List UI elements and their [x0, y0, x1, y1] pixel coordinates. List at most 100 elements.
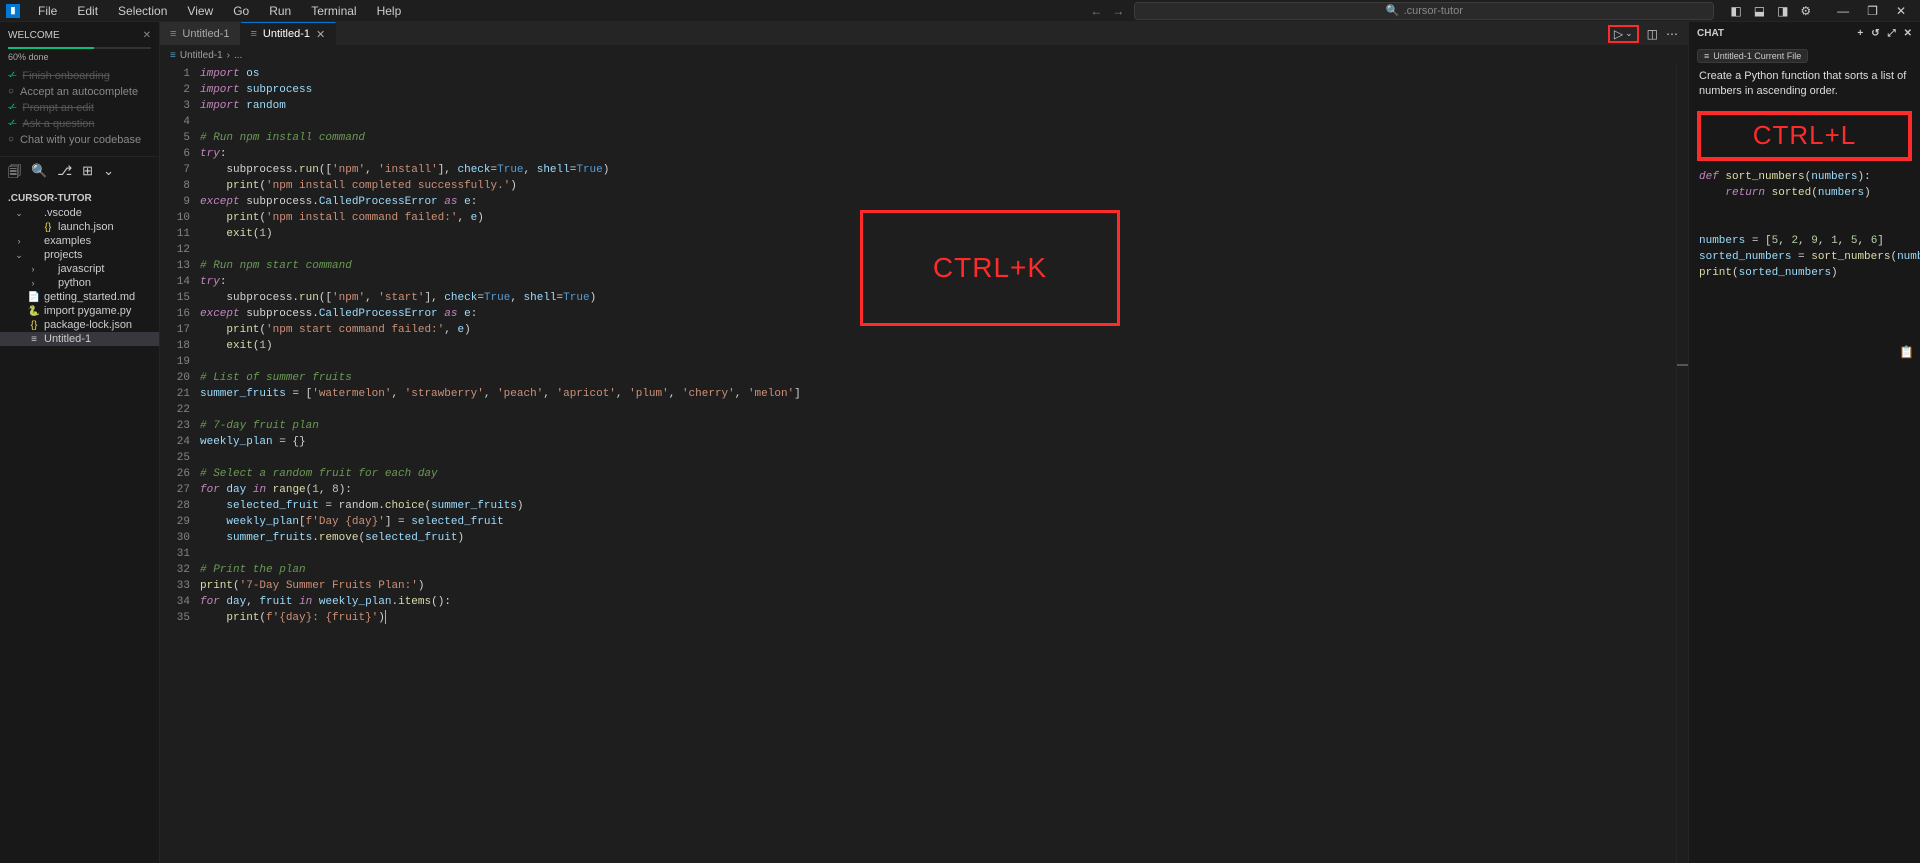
tree-item-label: examples — [44, 235, 91, 247]
tree-item-label: package-lock.json — [44, 319, 132, 331]
panel-bottom-icon[interactable]: ⬓ — [1754, 4, 1765, 18]
code-content[interactable]: import osimport subprocessimport random … — [200, 64, 1676, 863]
split-editor-icon[interactable]: ◫ — [1647, 27, 1658, 41]
menu-edit[interactable]: Edit — [69, 2, 106, 20]
expand-icon[interactable]: ⤢ — [1888, 28, 1896, 39]
menu-terminal[interactable]: Terminal — [303, 2, 364, 20]
source-control-icon[interactable]: ⎇ — [57, 163, 72, 185]
tab-close-icon[interactable]: ✕ — [316, 28, 325, 41]
py-file-icon: 🐍 — [28, 305, 40, 317]
menu-go[interactable]: Go — [225, 2, 257, 20]
minimize-button[interactable]: — — [1837, 4, 1849, 18]
gear-icon[interactable]: ⚙ — [1800, 4, 1811, 18]
welcome-item[interactable]: ○ Accept an autocomplete — [8, 84, 151, 100]
main-menu: FileEditSelectionViewGoRunTerminal Help — [30, 2, 409, 20]
tree-item-label: javascript — [58, 263, 104, 275]
history-icon[interactable]: ↺ — [1871, 28, 1879, 39]
md-file-icon: 📄 — [28, 291, 40, 303]
tree-item-label: Untitled-1 — [44, 333, 91, 345]
progress-bar — [8, 47, 151, 49]
chat-panel: CHAT + ↺ ⤢ ✕ ≡ Untitled-1 Current File C… — [1688, 22, 1920, 863]
tree-file[interactable]: ≡ Untitled-1 — [0, 332, 159, 346]
menu-file[interactable]: File — [30, 2, 65, 20]
welcome-panel: WELCOME ✕ 60% done ✓Finish onboarding ○ Ac… — [0, 22, 159, 157]
circle-icon: ○ — [8, 134, 14, 146]
nav-forward-icon[interactable]: → — [1112, 4, 1124, 18]
maximize-button[interactable]: ❐ — [1867, 4, 1878, 18]
tree-item-label: projects — [44, 249, 83, 261]
editor-tab[interactable]: ≡Untitled-1✕ — [241, 22, 337, 45]
nav-arrows: ← → — [1090, 4, 1124, 18]
search-placeholder: .cursor-tutor — [1404, 5, 1463, 17]
menu-view[interactable]: View — [179, 2, 221, 20]
panel-left-icon[interactable]: ◧ — [1730, 4, 1741, 18]
circle-icon: ○ — [8, 86, 14, 98]
menu-help[interactable]: Help — [369, 2, 410, 20]
tree-item-label: python — [58, 277, 91, 289]
copy-icon[interactable]: 📋 — [1899, 345, 1914, 359]
more-actions-icon[interactable]: ⋯ — [1666, 27, 1678, 41]
tree-file[interactable]: 🐍import pygame.py — [0, 304, 159, 318]
welcome-close-icon[interactable]: ✕ — [143, 30, 151, 41]
chevron-icon: › — [28, 264, 38, 274]
welcome-item-label: Finish onboarding — [22, 70, 109, 82]
tab-label: Untitled-1 — [263, 28, 310, 40]
file-tree: ⌄.vscode{}launch.json›examples⌄projects›… — [0, 206, 159, 863]
breadcrumb-file[interactable]: Untitled-1 — [180, 50, 223, 61]
tree-folder[interactable]: › examples — [0, 234, 159, 248]
welcome-item[interactable]: ✓Prompt an edit — [8, 100, 151, 116]
extensions-icon[interactable]: ⊞ — [82, 163, 93, 185]
nav-back-icon[interactable]: ← — [1090, 4, 1102, 18]
chevron-down-icon[interactable]: ⌄ — [103, 163, 114, 185]
tabs-row: ≡Untitled-1≡Untitled-1✕ ▷ ⌄ ◫ ⋯ — [160, 22, 1688, 46]
progress-label: 60% done — [8, 52, 151, 62]
chevron-icon: ⌄ — [14, 250, 24, 261]
breadcrumb-more[interactable]: ... — [234, 50, 242, 61]
chevron-icon: ⌄ — [14, 208, 24, 219]
tab-label: Untitled-1 — [182, 28, 229, 40]
welcome-item-label: Prompt an edit — [22, 102, 94, 114]
welcome-item-label: Accept an autocomplete — [20, 86, 138, 98]
tree-file[interactable]: 📄getting_started.md — [0, 290, 159, 304]
tree-file[interactable]: {} launch.json — [0, 220, 159, 234]
welcome-item[interactable]: ○Chat with your codebase — [8, 132, 151, 148]
welcome-title: WELCOME — [8, 30, 60, 41]
tree-item-label: .vscode — [44, 207, 82, 219]
ctrl-k-overlay: CTRL+K — [860, 210, 1120, 326]
run-button[interactable]: ▷ ⌄ — [1608, 25, 1639, 43]
tree-folder[interactable]: ⌄ projects — [0, 248, 159, 262]
tree-folder[interactable]: ⌄ .vscode — [0, 206, 159, 220]
files-icon[interactable]: 🗐 — [8, 163, 21, 185]
json-file-icon: {} — [42, 221, 54, 233]
explorer-toolbar: 🗐 🔍 ⎇ ⊞ ⌄ — [0, 157, 159, 191]
close-chat-icon[interactable]: ✕ — [1904, 28, 1912, 39]
context-chip[interactable]: ≡ Untitled-1 Current File — [1697, 49, 1808, 63]
json-file-icon: {} — [28, 319, 40, 331]
search-icon: 🔍 — [1386, 4, 1400, 17]
editor-column: ≡Untitled-1≡Untitled-1✕ ▷ ⌄ ◫ ⋯ ≡ Untitl… — [160, 22, 1688, 863]
explorer-root-label[interactable]: .CURSOR-TUTOR — [0, 191, 159, 206]
tree-file[interactable]: {} package-lock.json — [0, 318, 159, 332]
editor-tab[interactable]: ≡Untitled-1 — [160, 22, 241, 45]
search-panel-icon[interactable]: 🔍 — [31, 163, 47, 185]
welcome-item[interactable]: ✓Ask a question — [8, 116, 151, 132]
folder-icon — [28, 235, 40, 247]
new-chat-icon[interactable]: + — [1857, 28, 1863, 39]
welcome-item[interactable]: ✓Finish onboarding — [8, 68, 151, 84]
minimap[interactable] — [1676, 64, 1688, 863]
folder-icon — [42, 277, 54, 289]
menu-run[interactable]: Run — [261, 2, 299, 20]
breadcrumb[interactable]: ≡ Untitled-1 › ... — [160, 46, 1688, 64]
close-window-button[interactable]: ✕ — [1896, 4, 1906, 18]
chevron-icon: › — [14, 236, 24, 246]
txt-file-icon: ≡ — [28, 333, 40, 345]
app-logo-icon: ▮ — [6, 4, 20, 18]
panel-right-icon[interactable]: ◨ — [1777, 4, 1788, 18]
title-bar: ▮ FileEditSelectionViewGoRunTerminal Help… — [0, 0, 1920, 22]
code-editor[interactable]: 1234567891011121314151617181920212223242… — [160, 64, 1688, 863]
tree-folder[interactable]: › javascript — [0, 262, 159, 276]
tree-folder[interactable]: ›python — [0, 276, 159, 290]
menu-selection[interactable]: Selection — [110, 2, 175, 20]
command-search-input[interactable]: 🔍 .cursor-tutor — [1134, 2, 1714, 20]
tree-item-label: launch.json — [58, 221, 114, 233]
